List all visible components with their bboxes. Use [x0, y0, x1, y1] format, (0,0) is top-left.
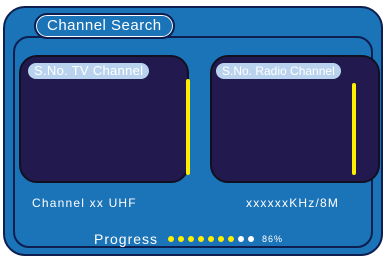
radio-channel-list[interactable]: S.No. Radio Channel — [210, 55, 380, 183]
radio-channel-scrollbar[interactable] — [352, 83, 356, 175]
radio-channel-list-header: S.No. Radio Channel — [216, 63, 341, 79]
progress-indicator: Progress 86% — [94, 231, 283, 247]
progress-dots — [168, 236, 255, 242]
progress-dot-filled — [178, 236, 185, 242]
tv-channel-scrollbar[interactable] — [186, 79, 190, 175]
frequency-info: xxxxxxKHz/8M — [246, 196, 340, 210]
progress-dot-filled — [198, 236, 205, 242]
progress-dot-filled — [228, 236, 235, 242]
progress-dot-filled — [188, 236, 195, 242]
progress-value: 86% — [262, 234, 284, 244]
progress-dot-filled — [218, 236, 225, 242]
progress-dot-filled — [208, 236, 215, 242]
window-title: Channel Search — [34, 13, 175, 39]
progress-dot-empty — [248, 236, 255, 242]
tv-channel-list-header: S.No. TV Channel — [28, 63, 150, 79]
progress-label: Progress — [94, 231, 159, 247]
progress-dot-filled — [168, 236, 175, 242]
tv-channel-list[interactable]: S.No. TV Channel — [19, 55, 190, 183]
channel-info: Channel xx UHF — [32, 196, 137, 210]
progress-dot-empty — [238, 236, 245, 242]
